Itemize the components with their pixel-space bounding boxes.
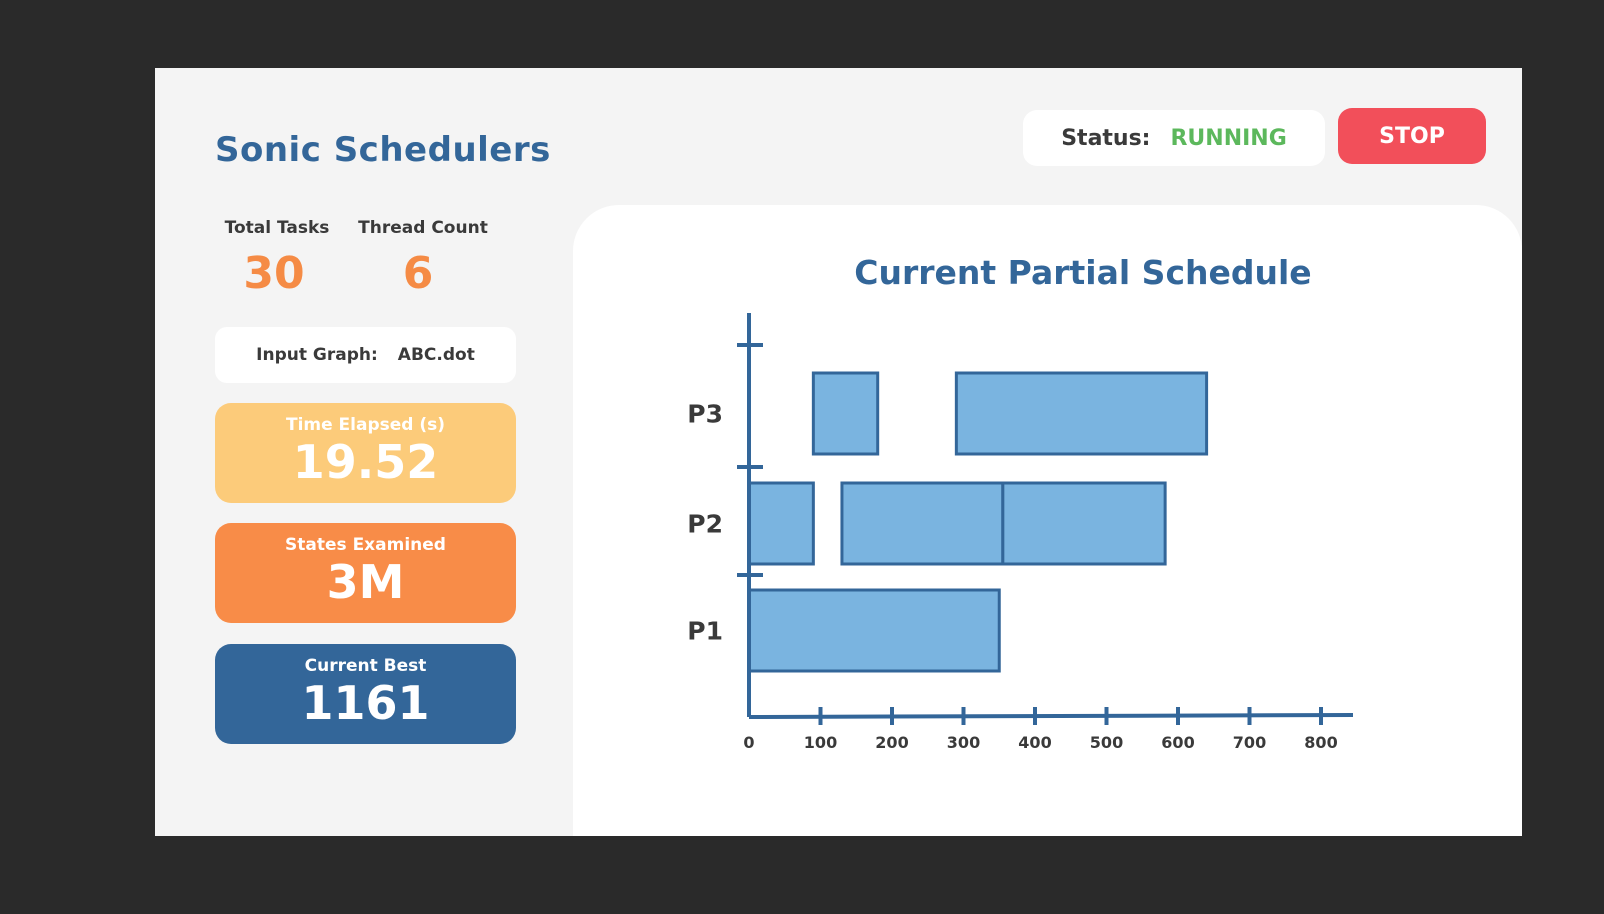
total-tasks-label: Total Tasks bbox=[224, 218, 330, 238]
x-tick-label-700: 700 bbox=[1233, 733, 1266, 752]
x-tick-label-400: 400 bbox=[1018, 733, 1051, 752]
states-examined-value: 3M bbox=[326, 555, 405, 609]
task-bar-p2-4 bbox=[1001, 481, 1167, 566]
x-tick-label-0: 0 bbox=[743, 733, 754, 752]
app-title: Sonic Schedulers bbox=[215, 130, 551, 170]
x-tick-label-300: 300 bbox=[947, 733, 980, 752]
thread-count-label: Thread Count bbox=[358, 218, 488, 238]
status-value: RUNNING bbox=[1170, 125, 1287, 151]
current-best-value: 1161 bbox=[301, 676, 430, 730]
x-axis bbox=[748, 713, 1354, 719]
x-tick-label-100: 100 bbox=[804, 733, 837, 752]
input-graph-label: Input Graph: bbox=[256, 345, 378, 365]
time-elapsed-value: 19.52 bbox=[292, 435, 439, 489]
thread-count-value: 6 bbox=[402, 248, 434, 299]
states-examined-card: States Examined 3M bbox=[215, 523, 516, 623]
total-tasks-value: 30 bbox=[243, 248, 305, 299]
gantt-chart: P3 P2 P1 0 100 200 300 400 500 600 700 800 bbox=[687, 313, 1354, 752]
processor-label-p1: P1 bbox=[687, 617, 723, 646]
input-graph-value: ABC.dot bbox=[397, 345, 475, 365]
current-best-label: Current Best bbox=[304, 656, 427, 676]
x-tick-label-600: 600 bbox=[1161, 733, 1194, 752]
x-tick-label-200: 200 bbox=[875, 733, 908, 752]
x-tick-label-800: 800 bbox=[1304, 733, 1337, 752]
stop-button[interactable]: STOP bbox=[1338, 108, 1486, 164]
task-bar-p1-5 bbox=[747, 588, 1001, 673]
status-indicator: Status: RUNNING bbox=[1023, 110, 1325, 166]
states-examined-label: States Examined bbox=[285, 535, 446, 555]
schedule-chart-panel: Current Partial Schedule P3 P2 P1 0 100 200 30… bbox=[573, 205, 1522, 836]
task-bar-p2-2 bbox=[747, 481, 815, 566]
input-graph-field: Input Graph: ABC.dot bbox=[215, 327, 516, 383]
task-bar-p2-3 bbox=[840, 481, 1005, 566]
current-best-card: Current Best 1161 bbox=[215, 644, 516, 744]
status-label: Status: bbox=[1061, 125, 1151, 151]
time-elapsed-label: Time Elapsed (s) bbox=[285, 415, 446, 435]
task-bar-p3-0 bbox=[811, 371, 880, 456]
task-bar-p3-1 bbox=[954, 371, 1209, 456]
processor-label-p2: P2 bbox=[687, 510, 723, 539]
x-tick-label-500: 500 bbox=[1090, 733, 1123, 752]
processor-label-p3: P3 bbox=[687, 400, 723, 429]
time-elapsed-card: Time Elapsed (s) 19.52 bbox=[215, 403, 516, 503]
app-window: Sonic Schedulers Total Tasks 30 Thread C… bbox=[155, 68, 1522, 836]
